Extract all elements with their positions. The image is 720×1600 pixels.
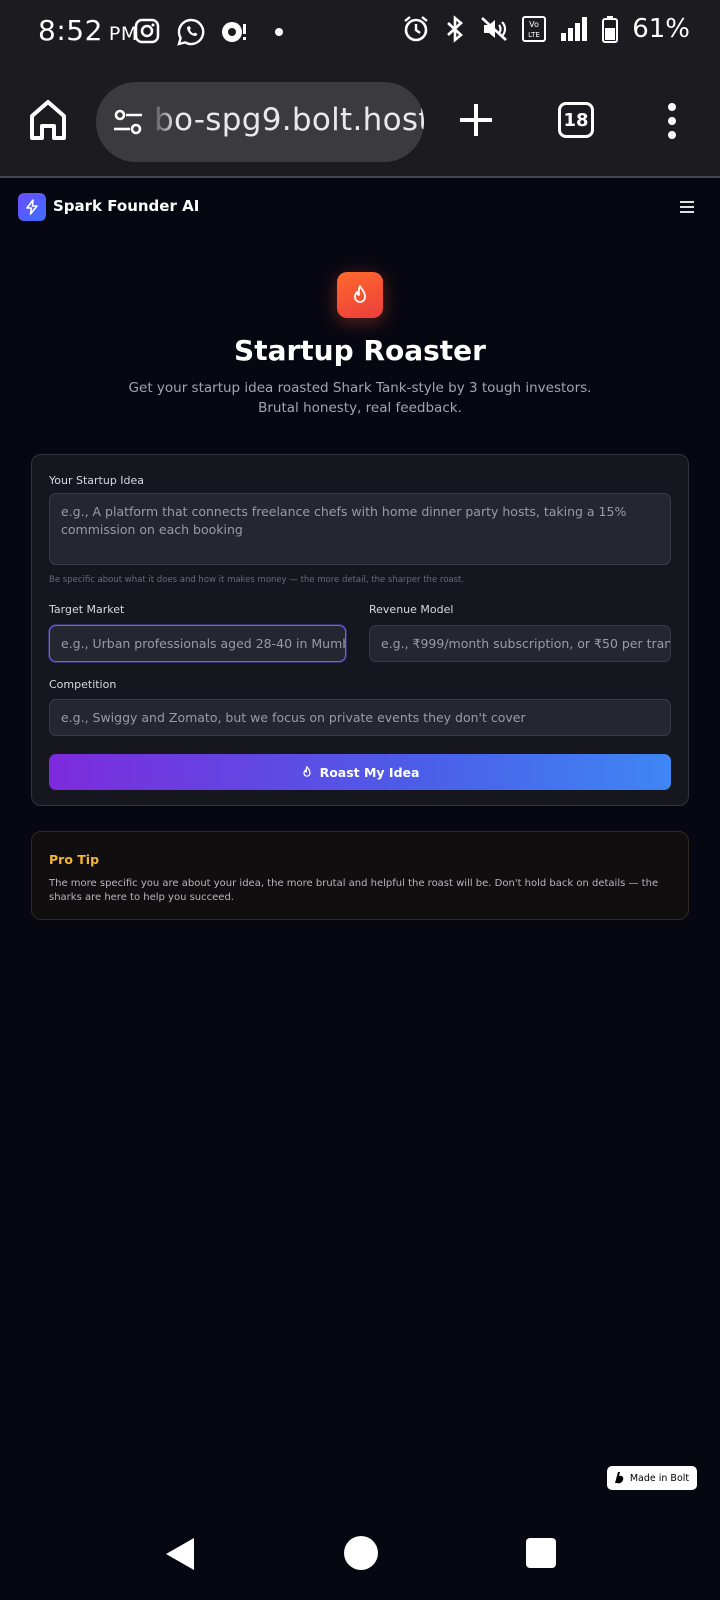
page-subtitle: Get your startup idea roasted Shark Tank… xyxy=(128,380,592,416)
page-title: Startup Roaster xyxy=(234,334,486,367)
roast-button-label: Roast My Idea xyxy=(319,764,420,780)
made-in-bolt-badge[interactable]: Made in Bolt xyxy=(607,1466,697,1490)
revenue-label: Revenue Model xyxy=(369,603,454,616)
whatsapp-icon xyxy=(177,18,205,46)
idea-label: Your Startup Idea xyxy=(49,474,145,487)
mute-icon xyxy=(481,17,508,41)
flame-icon xyxy=(302,766,311,777)
instagram-icon xyxy=(134,18,160,44)
notification-icon xyxy=(222,22,246,42)
pro-tip-card: Pro Tip The more specific you are about … xyxy=(31,831,689,920)
svg-text:Vo: Vo xyxy=(529,20,539,29)
bluetooth-icon xyxy=(447,15,464,43)
status-bar: 8:52 PM Vo LTE 61% xyxy=(0,0,720,66)
market-label: Target Market xyxy=(49,603,125,616)
url-bar[interactable]: bo-spg9.bolt.host xyxy=(96,82,424,162)
home-icon[interactable] xyxy=(28,98,68,142)
idea-hint: Be specific about what it does and how i… xyxy=(49,575,465,585)
app-title[interactable]: Spark Founder AI xyxy=(53,197,199,215)
app-logo[interactable] xyxy=(18,193,46,221)
alarm-icon xyxy=(404,16,428,42)
back-icon[interactable] xyxy=(164,1536,196,1572)
url-text: bo-spg9.bolt.host xyxy=(154,102,424,138)
volte-icon: Vo LTE xyxy=(522,16,547,42)
app-header: Spark Founder AI xyxy=(0,180,720,236)
svg-text:LTE: LTE xyxy=(528,31,540,39)
system-nav-bar xyxy=(0,1500,720,1600)
clock-time: 8:52 xyxy=(38,14,103,47)
pro-tip-text: The more specific you are about your ide… xyxy=(49,878,659,903)
hero-flame-badge xyxy=(337,272,383,318)
market-input[interactable]: e.g., Urban professionals aged 28-40 in … xyxy=(49,625,346,662)
roast-form: Your Startup Idea e.g., A platform that … xyxy=(31,454,689,806)
pro-tip-title: Pro Tip xyxy=(49,852,100,867)
status-right: Vo LTE 61% xyxy=(402,14,690,44)
idea-textarea[interactable]: e.g., A platform that connects freelance… xyxy=(49,493,671,565)
competition-input[interactable]: e.g., Swiggy and Zomato, but we focus on… xyxy=(49,699,671,736)
roast-button[interactable]: Roast My Idea xyxy=(49,754,671,790)
flame-icon xyxy=(354,285,366,303)
tab-switcher-button[interactable]: 18 xyxy=(558,102,594,138)
browser-toolbar: bo-spg9.bolt.host 18 xyxy=(0,66,720,178)
made-in-bolt-label: Made in Bolt xyxy=(629,1472,690,1484)
bolt-logo-icon xyxy=(614,1472,624,1484)
overflow-menu-icon[interactable] xyxy=(664,102,680,140)
battery-icon xyxy=(602,16,619,43)
site-settings-icon[interactable] xyxy=(112,106,144,138)
dot-icon xyxy=(275,28,283,36)
clock: 8:52 PM xyxy=(38,14,138,47)
battery-percent: 61% xyxy=(632,14,690,44)
competition-label: Competition xyxy=(49,678,117,691)
lightning-icon xyxy=(26,199,38,215)
url-fade xyxy=(150,82,176,162)
new-tab-icon[interactable] xyxy=(458,102,494,138)
recents-nav-button[interactable] xyxy=(526,1538,556,1568)
signal-icon xyxy=(561,17,588,41)
hamburger-menu-icon[interactable] xyxy=(680,201,694,213)
revenue-input[interactable]: e.g., ₹999/month subscription, or ₹50 pe… xyxy=(369,625,671,662)
tab-count: 18 xyxy=(563,109,589,131)
home-nav-button[interactable] xyxy=(344,1536,378,1570)
